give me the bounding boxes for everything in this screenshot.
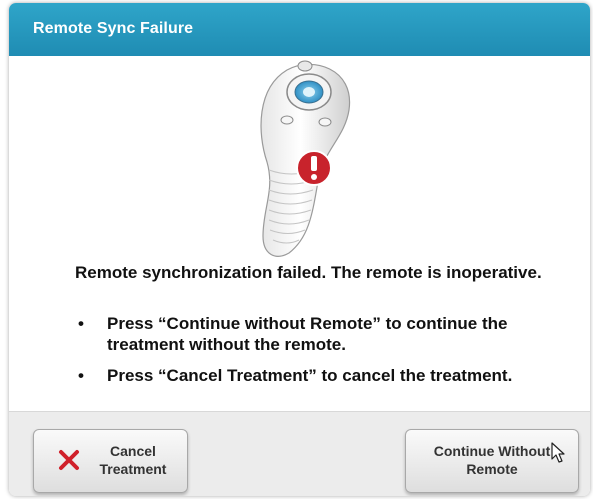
list-item: • Press “Cancel Treatment” to cancel the… [75, 365, 545, 386]
dialog-titlebar: Remote Sync Failure [9, 3, 590, 56]
cancel-treatment-label: Cancel Treatment [99, 443, 167, 477]
bullet-icon: • [78, 366, 84, 385]
dialog-footer: Cancel Treatment Continue Without Remote [9, 411, 590, 496]
remote-sync-failure-dialog: Remote Sync Failure Remote synchronizati… [9, 3, 590, 496]
continue-without-remote-label: Continue Without Remote [433, 443, 551, 477]
cancel-treatment-button[interactable]: Cancel Treatment [33, 429, 188, 493]
list-item: • Press “Continue without Remote” to con… [75, 313, 545, 355]
instruction-list: • Press “Continue without Remote” to con… [75, 313, 545, 396]
remote-warning-icon [260, 60, 351, 257]
dialog-body: Remote synchronization failed. The remot… [9, 56, 590, 411]
instruction-text: Press “Continue without Remote” to conti… [107, 314, 508, 354]
mouse-cursor-icon [551, 442, 565, 463]
failure-message: Remote synchronization failed. The remot… [75, 263, 542, 282]
dialog-title: Remote Sync Failure [33, 20, 194, 37]
instruction-text: Press “Cancel Treatment” to cancel the t… [107, 366, 513, 385]
x-icon [59, 450, 79, 470]
bullet-icon: • [78, 314, 84, 333]
